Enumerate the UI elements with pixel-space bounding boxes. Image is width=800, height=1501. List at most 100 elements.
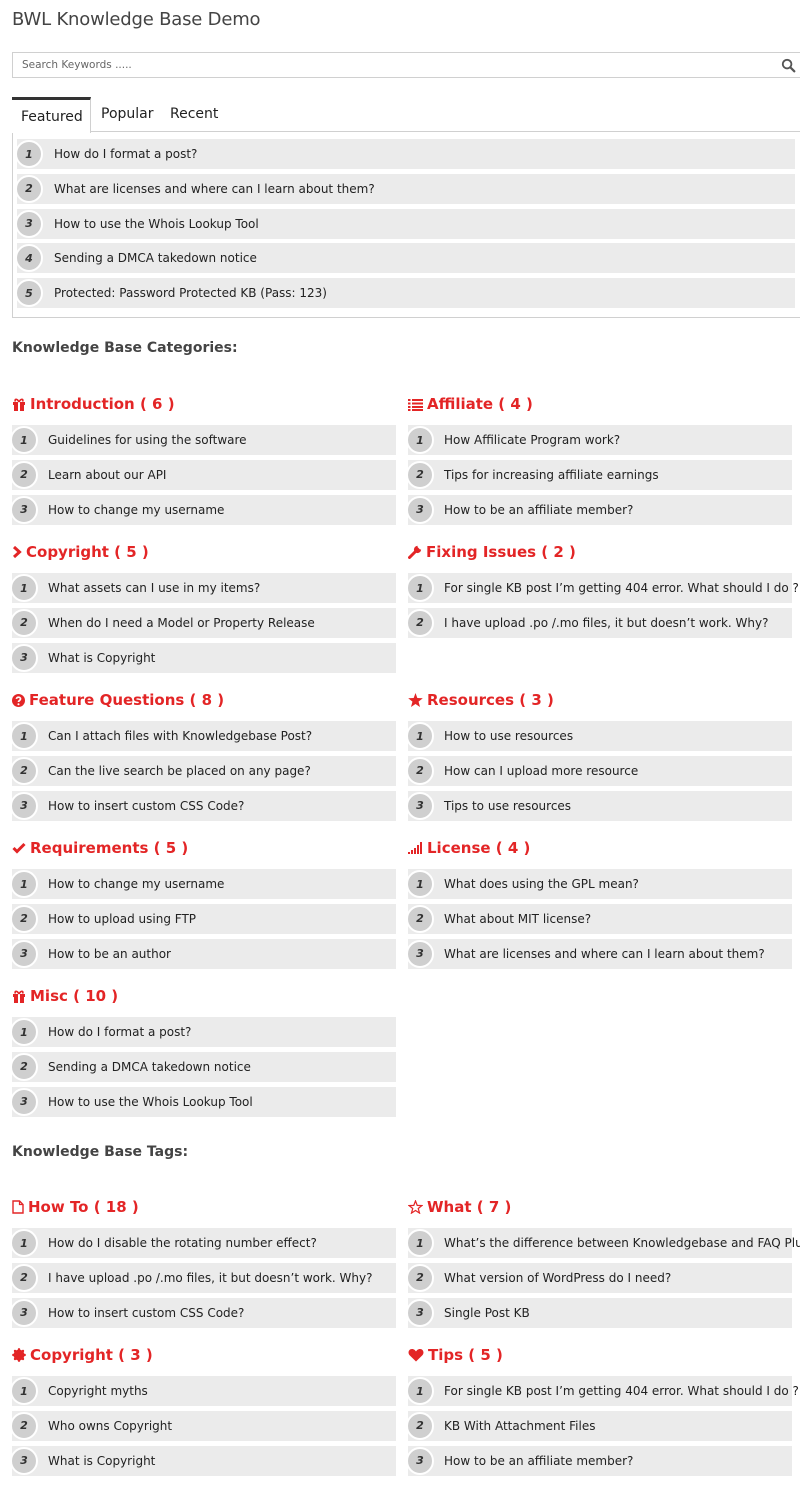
item-link[interactable]: What about MIT license? bbox=[444, 904, 591, 934]
item-link[interactable]: How do I format a post? bbox=[48, 1017, 191, 1047]
tag-title-link[interactable]: How To ( 18 ) bbox=[12, 1196, 396, 1218]
list-item[interactable]: 1 What does using the GPL mean? bbox=[406, 869, 792, 899]
list-item[interactable]: 3 How to be an affiliate member? bbox=[406, 1445, 792, 1476]
item-link[interactable]: How to be an author bbox=[48, 939, 171, 969]
tag-title-link[interactable]: Copyright ( 3 ) bbox=[12, 1344, 396, 1366]
item-link[interactable]: How to use resources bbox=[444, 721, 573, 751]
category-title-link[interactable]: Affiliate ( 4 ) bbox=[408, 393, 792, 415]
list-item[interactable]: 5 Protected: Password Protected KB (Pass:… bbox=[15, 278, 795, 309]
item-link[interactable]: How to be an affiliate member? bbox=[444, 495, 633, 525]
item-link[interactable]: I have upload .po /.mo files, it but doe… bbox=[444, 608, 768, 638]
list-item[interactable]: 3 How to change my username bbox=[10, 494, 396, 525]
item-link[interactable]: For single KB post I’m getting 404 error… bbox=[444, 1376, 799, 1406]
item-link[interactable]: KB With Attachment Files bbox=[444, 1411, 595, 1441]
tab-recent[interactable]: Recent bbox=[170, 97, 218, 132]
list-item[interactable]: 2 How to upload using FTP bbox=[10, 903, 396, 934]
category-title-link[interactable]: Introduction ( 6 ) bbox=[12, 393, 396, 415]
item-link[interactable]: What version of WordPress do I need? bbox=[444, 1263, 671, 1293]
item-link[interactable]: How to change my username bbox=[48, 495, 224, 525]
list-item[interactable]: 2 Who owns Copyright bbox=[10, 1410, 396, 1441]
category-title-link[interactable]: Copyright ( 5 ) bbox=[12, 541, 396, 563]
list-item[interactable]: 1 How do I format a post? bbox=[15, 139, 795, 169]
list-item[interactable]: 3 How to insert custom CSS Code? bbox=[10, 790, 396, 821]
item-link[interactable]: Guidelines for using the software bbox=[48, 425, 247, 455]
item-link[interactable]: Tips for increasing affiliate earnings bbox=[444, 460, 659, 490]
item-link[interactable]: Can the live search be placed on any pag… bbox=[48, 756, 311, 786]
list-item[interactable]: 3 Single Post KB bbox=[406, 1297, 792, 1328]
list-item[interactable]: 3 How to be an affiliate member? bbox=[406, 494, 792, 525]
list-item[interactable]: 2 Sending a DMCA takedown notice bbox=[10, 1051, 396, 1082]
item-link[interactable]: Tips to use resources bbox=[444, 791, 571, 821]
list-item[interactable]: 1 How to use resources bbox=[406, 721, 792, 751]
item-link[interactable]: How to use the Whois Lookup Tool bbox=[48, 1087, 253, 1117]
list-item[interactable]: 2 What are licenses and where can I learn… bbox=[15, 173, 795, 204]
item-link[interactable]: How to change my username bbox=[48, 869, 224, 899]
list-item[interactable]: 3 What are licenses and where can I learn… bbox=[406, 938, 792, 969]
list-item[interactable]: 1 What’s the difference between Knowledge… bbox=[406, 1228, 800, 1258]
list-item[interactable]: 3 How to use the Whois Lookup Tool bbox=[10, 1086, 396, 1117]
list-item[interactable]: 1 Copyright myths bbox=[10, 1376, 396, 1406]
list-item[interactable]: 1 How to change my username bbox=[10, 869, 396, 899]
item-link[interactable]: Single Post KB bbox=[444, 1298, 530, 1328]
item-link[interactable]: Sending a DMCA takedown notice bbox=[54, 243, 257, 273]
item-link[interactable]: What’s the difference between Knowledgeb… bbox=[444, 1228, 800, 1258]
list-item[interactable]: 2 When do I need a Model or Property Rele… bbox=[10, 607, 396, 638]
tab-popular[interactable]: Popular bbox=[101, 97, 154, 132]
category-title-link[interactable]: Fixing Issues ( 2 ) bbox=[408, 541, 792, 563]
item-link[interactable]: What are licenses and where can I learn … bbox=[444, 939, 765, 969]
item-link[interactable]: What are licenses and where can I learn … bbox=[54, 174, 375, 204]
item-link[interactable]: What does using the GPL mean? bbox=[444, 869, 639, 899]
item-link[interactable]: How do I disable the rotating number eff… bbox=[48, 1228, 317, 1258]
list-item[interactable]: 1 What assets can I use in my items? bbox=[10, 573, 396, 603]
item-link[interactable]: How do I format a post? bbox=[54, 139, 197, 169]
list-item[interactable]: 3 Tips to use resources bbox=[406, 790, 792, 821]
item-link[interactable]: How to upload using FTP bbox=[48, 904, 196, 934]
list-item[interactable]: 1 For single KB post I’m getting 404 erro… bbox=[406, 1376, 799, 1406]
item-link[interactable]: How to insert custom CSS Code? bbox=[48, 1298, 244, 1328]
list-item[interactable]: 2 How can I upload more resource bbox=[406, 755, 792, 786]
list-item[interactable]: 4 Sending a DMCA takedown notice bbox=[15, 243, 795, 274]
item-link[interactable]: How to use the Whois Lookup Tool bbox=[54, 209, 259, 239]
item-link[interactable]: What is Copyright bbox=[48, 1446, 155, 1476]
item-link[interactable]: How can I upload more resource bbox=[444, 756, 638, 786]
item-link[interactable]: What assets can I use in my items? bbox=[48, 573, 260, 603]
item-link[interactable]: Sending a DMCA takedown notice bbox=[48, 1052, 251, 1082]
list-item[interactable]: 3 How to insert custom CSS Code? bbox=[10, 1297, 396, 1328]
item-link[interactable]: Can I attach files with Knowledgebase Po… bbox=[48, 721, 312, 751]
list-item[interactable]: 1 How do I format a post? bbox=[10, 1017, 396, 1047]
item-link[interactable]: Who owns Copyright bbox=[48, 1411, 172, 1441]
category-title-link[interactable]: Requirements ( 5 ) bbox=[12, 837, 396, 859]
item-link[interactable]: How to insert custom CSS Code? bbox=[48, 791, 244, 821]
item-link[interactable]: How to be an affiliate member? bbox=[444, 1446, 633, 1476]
list-item[interactable]: 2 Tips for increasing affiliate earnings bbox=[406, 459, 792, 490]
category-title-link[interactable]: Feature Questions ( 8 ) bbox=[12, 689, 396, 711]
tag-title-link[interactable]: Tips ( 5 ) bbox=[408, 1344, 792, 1366]
list-item[interactable]: 1 Guidelines for using the software bbox=[10, 425, 396, 455]
list-item[interactable]: 2 What version of WordPress do I need? bbox=[406, 1262, 792, 1293]
list-item[interactable]: 3 How to use the Whois Lookup Tool bbox=[15, 208, 795, 239]
list-item[interactable]: 2 What about MIT license? bbox=[406, 903, 792, 934]
list-item[interactable]: 2 KB With Attachment Files bbox=[406, 1410, 792, 1441]
category-title-link[interactable]: Misc ( 10 ) bbox=[12, 985, 396, 1007]
list-item[interactable]: 2 Learn about our API bbox=[10, 459, 396, 490]
list-item[interactable]: 2 I have upload .po /.mo files, it but do… bbox=[406, 607, 792, 638]
list-item[interactable]: 3 What is Copyright bbox=[10, 642, 396, 673]
category-title-link[interactable]: License ( 4 ) bbox=[408, 837, 792, 859]
list-item[interactable]: 1 Can I attach files with Knowledgebase P… bbox=[10, 721, 396, 751]
list-item[interactable]: 3 What is Copyright bbox=[10, 1445, 396, 1476]
item-link[interactable]: For single KB post I’m getting 404 error… bbox=[444, 573, 799, 603]
item-link[interactable]: How Affilicate Program work? bbox=[444, 425, 620, 455]
list-item[interactable]: 3 How to be an author bbox=[10, 938, 396, 969]
item-link[interactable]: What is Copyright bbox=[48, 643, 155, 673]
search-icon[interactable] bbox=[781, 58, 796, 73]
search-input[interactable] bbox=[13, 53, 800, 77]
item-link[interactable]: Protected: Password Protected KB (Pass: … bbox=[54, 278, 327, 308]
list-item[interactable]: 2 Can the live search be placed on any pa… bbox=[10, 755, 396, 786]
item-link[interactable]: I have upload .po /.mo files, it but doe… bbox=[48, 1263, 372, 1293]
tag-title-link[interactable]: What ( 7 ) bbox=[408, 1196, 792, 1218]
tab-featured[interactable]: Featured bbox=[12, 97, 91, 133]
list-item[interactable]: 1 For single KB post I’m getting 404 erro… bbox=[406, 573, 799, 603]
item-link[interactable]: Copyright myths bbox=[48, 1376, 148, 1406]
list-item[interactable]: 1 How Affilicate Program work? bbox=[406, 425, 792, 455]
category-title-link[interactable]: Resources ( 3 ) bbox=[408, 689, 792, 711]
